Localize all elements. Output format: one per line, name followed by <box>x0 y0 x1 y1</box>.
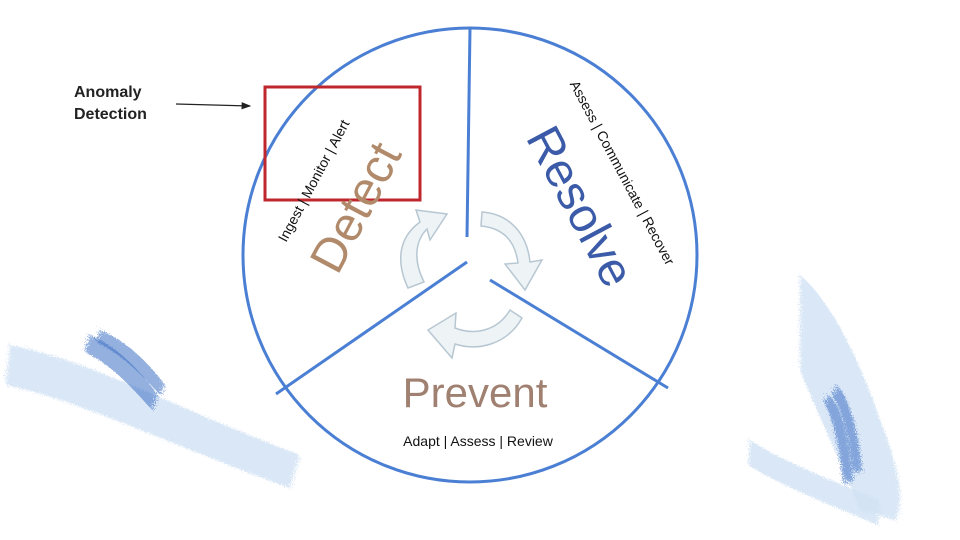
curved-arrow-icon <box>426 308 523 360</box>
arrow-right-icon <box>175 102 252 110</box>
brush-stroke-left <box>5 330 300 488</box>
prevent-steps: Adapt | Assess | Review <box>403 433 554 449</box>
curved-arrow-icon <box>400 209 449 289</box>
brush-stroke-right <box>748 275 900 525</box>
incident-cycle-diagram: Ingest | Monitor | Alert Detect Assess |… <box>5 26 900 525</box>
divider-top <box>465 27 472 238</box>
prevent-title: Prevent <box>403 369 548 416</box>
curved-arrow-icon <box>480 211 544 292</box>
